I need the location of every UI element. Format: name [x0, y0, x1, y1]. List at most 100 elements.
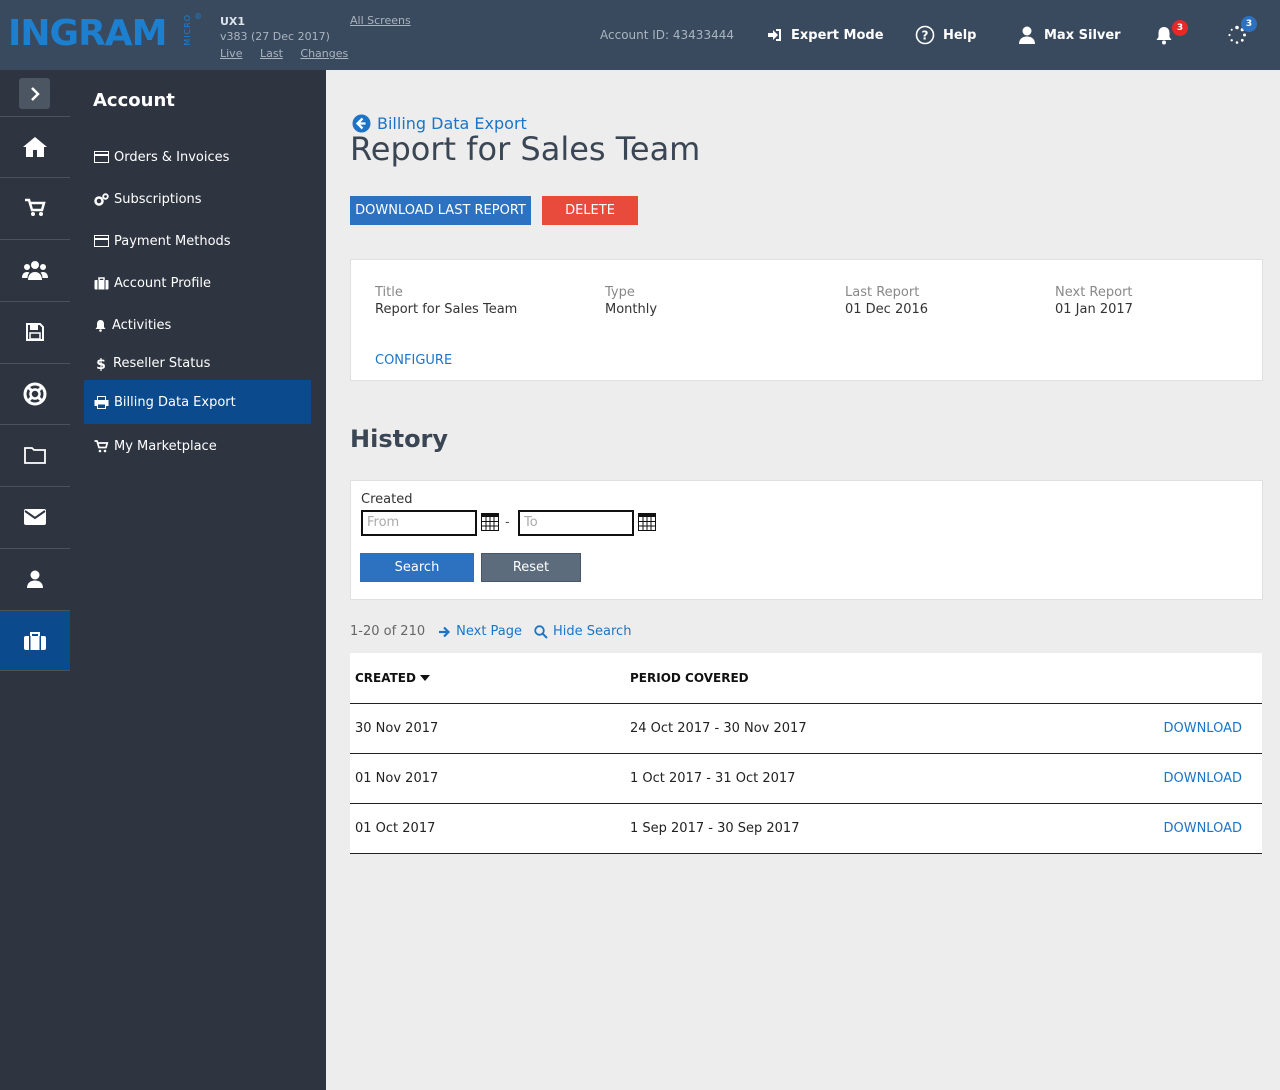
sidebar-item-label: Account Profile — [114, 275, 212, 291]
created-cell: 01 Oct 2017 — [355, 821, 436, 836]
top-bar: INGRAM MICRO ® UX1 v383 (27 Dec 2017) Li… — [0, 0, 1280, 70]
rail-home[interactable] — [0, 116, 70, 177]
help-button[interactable]: ? Help — [915, 24, 976, 46]
cart-icon — [94, 439, 109, 452]
help-icon: ? — [915, 25, 935, 45]
all-screens-link[interactable]: All Screens — [350, 14, 411, 27]
sidebar-item-label: Subscriptions — [114, 191, 202, 207]
card-icon — [94, 151, 109, 163]
sidebar-item-label: Reseller Status — [113, 355, 211, 371]
rail-save[interactable] — [0, 301, 70, 362]
user-icon — [27, 570, 43, 588]
reset-button[interactable]: Reset — [481, 553, 581, 582]
created-cell: 30 Nov 2017 — [355, 721, 439, 736]
rail-shop[interactable] — [0, 177, 70, 238]
rail-support[interactable] — [0, 363, 70, 424]
type-label: Type — [605, 285, 635, 300]
report-details-card — [350, 259, 1263, 381]
hide-search-label: Hide Search — [553, 624, 632, 639]
next-report-label: Next Report — [1055, 285, 1133, 300]
download-link[interactable]: DOWNLOAD — [1163, 771, 1242, 786]
account-sidebar: Account Orders & Invoices Subscriptions … — [70, 70, 326, 1090]
pagination-count: 1-20 of 210 — [350, 624, 426, 639]
sidebar-item-label: Payment Methods — [114, 233, 231, 249]
sidebar-item-label: Orders & Invoices — [114, 149, 230, 165]
sidebar-item-label: Billing Data Export — [114, 394, 236, 410]
gears-icon — [94, 192, 109, 206]
download-last-report-button[interactable]: DOWNLOAD LAST REPORT — [350, 196, 531, 225]
search-button[interactable]: Search — [360, 553, 474, 582]
sidebar-item-orders-invoices[interactable]: Orders & Invoices — [84, 135, 311, 179]
table-row: 30 Nov 2017 24 Oct 2017 - 30 Nov 2017 DO… — [350, 704, 1262, 754]
sidebar-item-billing-data-export[interactable]: Billing Data Export — [84, 380, 311, 424]
svg-text:?: ? — [922, 29, 929, 43]
expert-mode-button[interactable]: Expert Mode — [767, 24, 884, 46]
dollar-icon: $ — [96, 357, 106, 371]
created-cell: 01 Nov 2017 — [355, 771, 439, 786]
table-row: 01 Oct 2017 1 Sep 2017 - 30 Sep 2017 DOW… — [350, 804, 1262, 854]
hide-search-link[interactable]: Hide Search — [534, 624, 631, 639]
pagination-bar: 1-20 of 210 Next Page Hide Search — [350, 624, 631, 639]
calendar-icon[interactable] — [481, 513, 499, 531]
rail-account[interactable] — [0, 610, 70, 671]
folder-icon — [24, 447, 46, 464]
configure-link[interactable]: CONFIGURE — [375, 353, 452, 368]
last-report-value: 01 Dec 2016 — [845, 302, 929, 317]
rail-files[interactable] — [0, 424, 70, 485]
arrow-right-icon — [439, 626, 451, 637]
sidebar-title: Account — [93, 90, 175, 111]
support-icon — [23, 382, 47, 406]
briefcase-icon — [24, 631, 46, 650]
users-icon — [22, 261, 48, 280]
date-range-separator: - — [505, 515, 510, 530]
user-menu[interactable]: Max Silver — [1018, 24, 1121, 46]
logo-registered-mark: ® — [194, 12, 202, 21]
period-cell: 1 Sep 2017 - 30 Sep 2017 — [630, 821, 800, 836]
tasks-badge: 3 — [1241, 16, 1257, 32]
svg-text:$: $ — [96, 357, 106, 371]
ingram-micro-logo[interactable]: INGRAM MICRO ® — [8, 12, 208, 54]
live-link[interactable]: Live — [220, 47, 242, 60]
type-value: Monthly — [605, 302, 658, 317]
table-header: CREATED PERIOD COVERED — [350, 653, 1262, 704]
sidebar-item-label: My Marketplace — [114, 438, 217, 454]
cart-icon — [25, 198, 46, 216]
expert-mode-label: Expert Mode — [791, 27, 884, 43]
period-cell: 1 Oct 2017 - 31 Oct 2017 — [630, 771, 796, 786]
save-icon — [26, 323, 44, 341]
next-page-link[interactable]: Next Page — [438, 624, 522, 639]
rail-users[interactable] — [0, 239, 70, 300]
mail-icon — [24, 509, 46, 525]
logo-wordmark: INGRAM — [8, 13, 167, 54]
calendar-icon[interactable] — [638, 513, 656, 531]
bell-icon — [95, 319, 106, 332]
app-name: UX1 — [220, 15, 246, 28]
history-table: CREATED PERIOD COVERED 30 Nov 2017 24 Oc… — [350, 653, 1262, 854]
next-report-value: 01 Jan 2017 — [1055, 302, 1133, 317]
delete-button[interactable]: DELETE — [542, 196, 638, 225]
from-date-input[interactable]: From — [361, 510, 477, 536]
changes-link[interactable]: Changes — [300, 47, 348, 60]
period-covered-column-header: PERIOD COVERED — [630, 671, 749, 685]
created-filter-label: Created — [361, 492, 413, 507]
download-link[interactable]: DOWNLOAD — [1163, 721, 1242, 736]
sidebar-item-payment-methods[interactable]: Payment Methods — [84, 219, 311, 263]
chevron-right-icon — [30, 86, 40, 101]
table-row: 01 Nov 2017 1 Oct 2017 - 31 Oct 2017 DOW… — [350, 754, 1262, 804]
to-date-input[interactable]: To — [518, 510, 634, 536]
version-info: UX1 v383 (27 Dec 2017) — [220, 14, 330, 44]
sidebar-item-reseller-status[interactable]: $ Reseller Status — [84, 341, 311, 385]
search-icon — [534, 624, 548, 639]
last-link[interactable]: Last — [260, 47, 283, 60]
expand-sidebar-button[interactable] — [19, 78, 50, 109]
rail-mail[interactable] — [0, 486, 70, 547]
printer-icon — [94, 395, 109, 409]
created-column-header[interactable]: CREATED — [355, 671, 430, 685]
download-link[interactable]: DOWNLOAD — [1163, 821, 1242, 836]
sidebar-item-account-profile[interactable]: Account Profile — [84, 261, 311, 305]
rail-profile[interactable] — [0, 548, 70, 609]
sidebar-item-subscriptions[interactable]: Subscriptions — [84, 177, 311, 221]
home-icon — [23, 137, 47, 157]
sidebar-item-my-marketplace[interactable]: My Marketplace — [84, 424, 311, 468]
period-cell: 24 Oct 2017 - 30 Nov 2017 — [630, 721, 807, 736]
